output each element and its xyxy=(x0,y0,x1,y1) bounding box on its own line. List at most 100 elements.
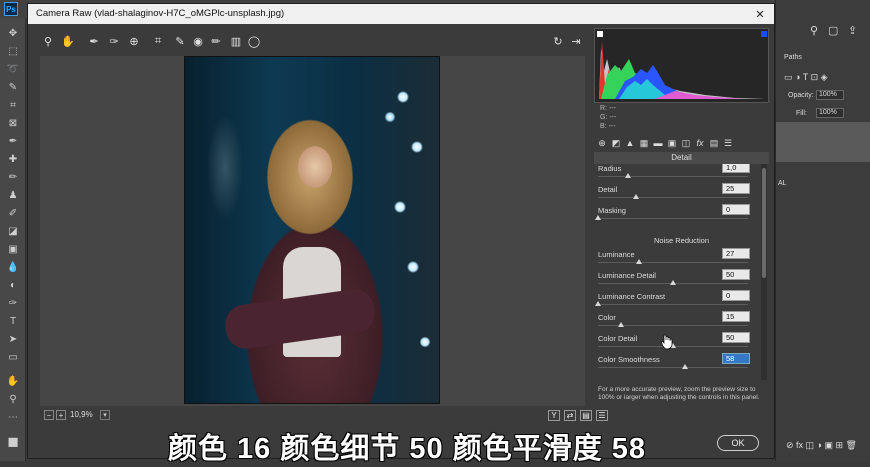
pen-tool-icon[interactable]: ✑ xyxy=(4,296,22,310)
tone-curve-tab-icon[interactable]: ◩ xyxy=(610,137,622,149)
rectangle-tool-icon[interactable]: ▭ xyxy=(4,350,22,364)
ok-button[interactable]: OK xyxy=(717,435,759,451)
layer-actions-icons[interactable]: ⊘ fx ◫ ◑ ▣ ⊞ 🗑 xyxy=(786,440,857,451)
zoom-out-button[interactable]: − xyxy=(44,410,54,420)
camera-raw-dialog: Camera Raw (vlad-shalaginov-H7C_oMGPlc-u… xyxy=(27,3,775,459)
quick-select-tool-icon[interactable]: ✎ xyxy=(4,80,22,94)
graduated-filter-icon[interactable]: ▥ xyxy=(228,33,244,49)
lasso-tool-icon[interactable]: ➰ xyxy=(4,62,22,76)
shadow-clipping-icon[interactable] xyxy=(597,31,603,37)
slider-thumb[interactable] xyxy=(635,259,642,264)
move-tool-icon[interactable]: ✥ xyxy=(4,26,22,40)
split-toning-tab-icon[interactable]: ▬ xyxy=(652,137,664,149)
color-sampler-icon[interactable]: ✑ xyxy=(106,33,122,49)
close-icon[interactable]: ✕ xyxy=(750,4,770,24)
brush-tool-icon[interactable]: ✏ xyxy=(4,170,22,184)
basic-tab-icon[interactable]: ⊕ xyxy=(596,137,608,149)
frame-tool-icon[interactable]: ⊠ xyxy=(4,116,22,130)
slider-thumb[interactable] xyxy=(670,280,676,285)
zoom-tool-icon[interactable]: ⚲ xyxy=(4,392,22,406)
slider-track[interactable] xyxy=(598,176,748,177)
hand-icon[interactable]: ✋ xyxy=(60,33,76,49)
rotate-icon[interactable]: ↻ xyxy=(550,33,566,49)
preview-bottom-bar: − + 10,9% ▾ Y ⇄ ▤ ☰ xyxy=(40,410,615,424)
workspace-icon[interactable]: ▢ xyxy=(828,24,838,37)
slider-color: Color 15 xyxy=(594,311,769,333)
zoom-in-button[interactable]: + xyxy=(56,410,66,420)
healing-tool-icon[interactable]: ✚ xyxy=(4,152,22,166)
before-after-icon[interactable]: ⇄ xyxy=(564,410,576,421)
slider-radius: Radius 1,0 xyxy=(594,164,769,184)
slider-thumb[interactable] xyxy=(595,301,601,306)
effects-tab-icon[interactable]: fx xyxy=(694,137,706,149)
slider-value-input[interactable]: 50 xyxy=(722,269,750,280)
adjustment-brush-icon[interactable]: ✏ xyxy=(208,33,224,49)
paths-tab[interactable]: Paths xyxy=(784,54,802,61)
share-icon[interactable]: ⇪ xyxy=(848,24,857,37)
panel-scrollbar[interactable] xyxy=(761,164,767,380)
marquee-tool-icon[interactable]: ⬚ xyxy=(4,44,22,58)
type-tool-icon[interactable]: T xyxy=(4,314,22,328)
slider-value-input[interactable]: 50 xyxy=(722,332,750,343)
calibration-tab-icon[interactable]: ▤ xyxy=(708,137,720,149)
slider-value-input[interactable]: 58 xyxy=(722,353,750,364)
slider-thumb[interactable] xyxy=(625,173,631,178)
slider-value-input[interactable]: 25 xyxy=(722,183,750,194)
slider-track[interactable] xyxy=(598,262,748,263)
slider-label: Luminance Contrast xyxy=(598,292,666,301)
zoom-dropdown-icon[interactable]: ▾ xyxy=(100,410,110,420)
hand-tool-icon[interactable]: ✋ xyxy=(4,374,22,388)
more-tools-icon[interactable]: ⋯ xyxy=(4,410,22,424)
spot-removal-icon[interactable]: ✎ xyxy=(172,33,188,49)
r-value: --- xyxy=(608,105,616,112)
zoom-icon[interactable]: ⚲ xyxy=(40,33,56,49)
slider-track[interactable] xyxy=(598,197,748,198)
search-icon[interactable]: ⚲ xyxy=(810,24,818,37)
open-image-icon[interactable]: ⇥ xyxy=(568,33,584,49)
hsl-tab-icon[interactable]: ▦ xyxy=(638,137,650,149)
slider-track[interactable] xyxy=(598,218,748,219)
clone-stamp-tool-icon[interactable]: ♟ xyxy=(4,188,22,202)
slider-thumb[interactable] xyxy=(682,364,688,369)
lens-tab-icon[interactable]: ▣ xyxy=(666,137,678,149)
slider-track[interactable] xyxy=(598,304,748,305)
slider-track[interactable] xyxy=(598,367,748,368)
image-preview-area[interactable] xyxy=(40,56,585,406)
path-select-tool-icon[interactable]: ➤ xyxy=(4,332,22,346)
dodge-tool-icon[interactable]: ◐ xyxy=(4,278,22,292)
slider-thumb[interactable] xyxy=(632,194,639,199)
preview-mode-icon[interactable]: Y xyxy=(548,410,560,421)
selected-layer-row[interactable] xyxy=(776,122,870,162)
targeted-adjustment-icon[interactable]: ⊕ xyxy=(126,33,142,49)
eyedropper-tool-icon[interactable]: ✒ xyxy=(4,134,22,148)
white-balance-icon[interactable]: ✒ xyxy=(86,33,102,49)
slider-thumb[interactable] xyxy=(617,322,624,327)
swap-settings-icon[interactable]: ▤ xyxy=(580,410,592,421)
color-swatches-icon[interactable]: ◼ xyxy=(4,433,22,449)
transform-tab-icon[interactable]: ◫ xyxy=(680,137,692,149)
detail-tab-icon[interactable]: ▲ xyxy=(624,137,636,149)
slider-value-input[interactable]: 0 xyxy=(722,290,750,301)
slider-value-input[interactable]: 1,0 xyxy=(722,164,750,173)
slider-value-input[interactable]: 27 xyxy=(722,248,750,259)
zoom-level: 10,9% xyxy=(70,410,93,419)
scrollbar-thumb[interactable] xyxy=(762,168,766,278)
crop-tool-icon[interactable]: ⌗ xyxy=(4,98,22,112)
eraser-tool-icon[interactable]: ◪ xyxy=(4,224,22,238)
gradient-tool-icon[interactable]: ▣ xyxy=(4,242,22,256)
slider-thumb[interactable] xyxy=(595,215,601,220)
history-brush-tool-icon[interactable]: ✐ xyxy=(4,206,22,220)
radial-filter-icon[interactable]: ◯ xyxy=(246,33,262,49)
red-eye-icon[interactable]: ◉ xyxy=(190,33,206,49)
slider-color-smoothness: Color Smoothness 58 xyxy=(594,353,769,375)
blur-tool-icon[interactable]: 💧 xyxy=(4,260,22,274)
highlight-clipping-icon[interactable] xyxy=(761,31,767,37)
crop-icon[interactable]: ⌗ xyxy=(150,33,166,49)
presets-tab-icon[interactable]: ☰ xyxy=(722,137,734,149)
b-label: B: xyxy=(600,123,607,130)
slider-value-input[interactable]: 15 xyxy=(722,311,750,322)
slider-value-input[interactable]: 0 xyxy=(722,204,750,215)
opacity-input[interactable]: 100% xyxy=(816,90,844,100)
layer-filter-icons[interactable]: ▭ ◑ T ⊡ ◈ xyxy=(784,72,828,83)
fill-input[interactable]: 100% xyxy=(816,108,844,118)
